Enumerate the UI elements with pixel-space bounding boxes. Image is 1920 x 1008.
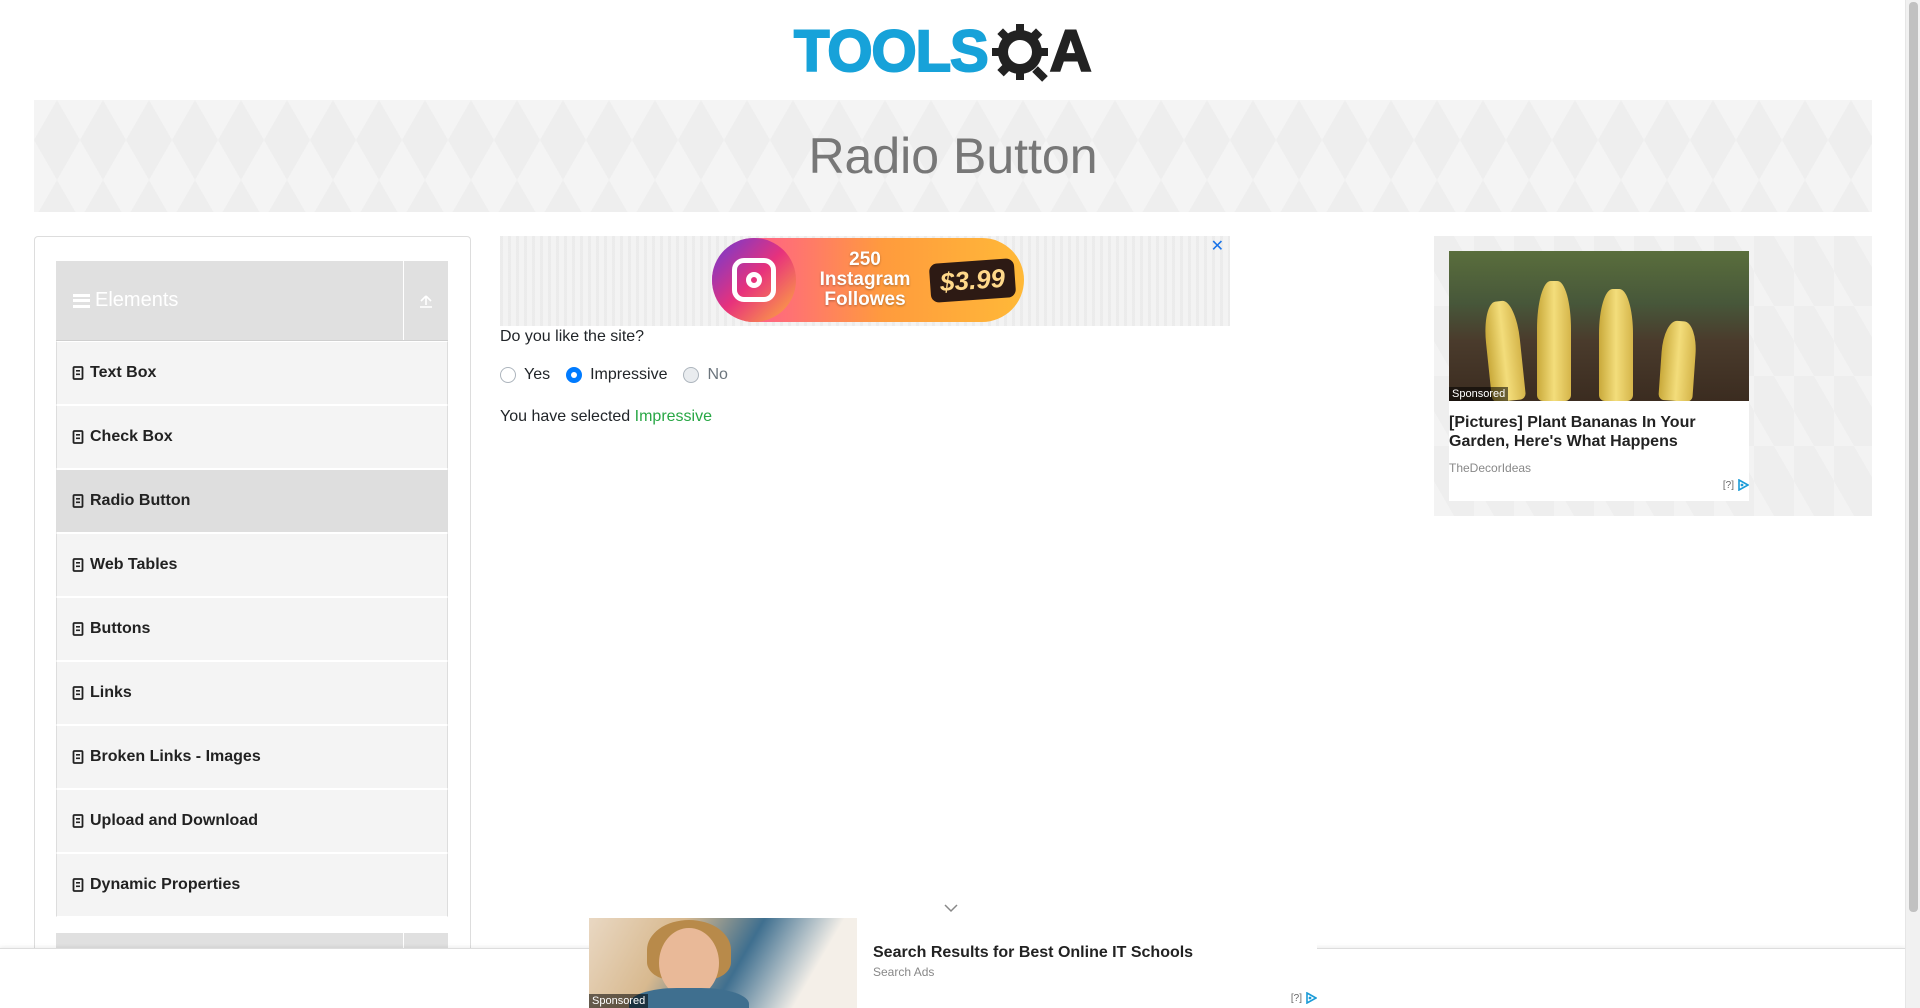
ad-image[interactable]: Sponsored	[1449, 251, 1749, 401]
adchoices-icon[interactable]	[1737, 479, 1749, 491]
page-banner: Radio Button	[34, 100, 1872, 212]
sidebar-item-label: Upload and Download	[90, 812, 258, 829]
radio-input-no[interactable]	[683, 367, 700, 383]
sidebar-item-check-box[interactable]: Check Box	[56, 405, 448, 469]
sidebar-item-upload-download[interactable]: Upload and Download	[56, 789, 448, 853]
document-icon	[72, 814, 84, 828]
document-icon	[72, 430, 84, 444]
document-icon	[72, 686, 84, 700]
banana-shape	[1481, 299, 1527, 401]
adchoices-label[interactable]: [?]	[1723, 480, 1734, 491]
gear-magnifier-icon	[990, 20, 1054, 84]
ad-card[interactable]: Sponsored [Pictures] Plant Bananas In Yo…	[1449, 251, 1749, 501]
ad-source: Search Ads	[873, 965, 935, 979]
result-value: Impressive	[634, 408, 712, 425]
group-header-elements[interactable]: Elements	[56, 261, 448, 341]
sidebar-item-label: Links	[90, 684, 132, 701]
document-icon	[72, 558, 84, 572]
sidebar-item-buttons[interactable]: Buttons	[56, 597, 448, 661]
top-ad-banner[interactable]: ✕ 250 Instagram Followes $3.99	[500, 236, 1230, 326]
adchoices[interactable]: [?]	[1291, 992, 1317, 1004]
sidebar-item-label: Radio Button	[90, 492, 191, 509]
group-title[interactable]: Elements	[56, 261, 404, 340]
banana-shape	[1599, 289, 1633, 401]
right-ad[interactable]: Sponsored [Pictures] Plant Bananas In Yo…	[1434, 236, 1872, 516]
radio-label-yes[interactable]: Yes	[524, 366, 550, 384]
document-icon	[72, 750, 84, 764]
sidebar-item-dynamic-properties[interactable]: Dynamic Properties	[56, 853, 448, 917]
document-icon	[72, 622, 84, 636]
ad-source: TheDecorIdeas	[1449, 461, 1532, 475]
sidebar-item-links[interactable]: Links	[56, 661, 448, 725]
instagram-icon	[712, 238, 796, 322]
sidebar-item-label: Broken Links - Images	[90, 748, 261, 765]
toolsqa-logo[interactable]: TOOLS A	[793, 14, 1114, 90]
sidebar-item-label: Check Box	[90, 428, 173, 445]
result-prefix: You have selected	[500, 408, 631, 425]
ad-text: 250 Instagram Followes	[819, 249, 911, 310]
sponsored-label: Sponsored	[589, 994, 649, 1008]
sidebar-item-broken-links[interactable]: Broken Links - Images	[56, 725, 448, 789]
adchoices-label[interactable]: [?]	[1291, 993, 1302, 1004]
logo-text-tools: TOOLS	[793, 19, 990, 84]
banana-shape	[1658, 319, 1698, 401]
adchoices-icon[interactable]	[1305, 992, 1317, 1004]
close-icon[interactable]: ✕	[1211, 236, 1224, 256]
sponsored-label: Sponsored	[1449, 387, 1509, 401]
vertical-scrollbar[interactable]	[1905, 0, 1920, 1008]
question-text: Do you like the site?	[500, 328, 645, 345]
sidebar-item-label: Dynamic Properties	[90, 876, 241, 893]
sidebar-item-label: Web Tables	[90, 556, 178, 573]
ad-headline[interactable]: Search Results for Best Online IT School…	[873, 944, 1193, 962]
bottom-ad[interactable]: Sponsored Search Results for Best Online…	[589, 904, 1317, 1008]
chevron-down-icon[interactable]	[943, 900, 959, 916]
collapse-up-icon[interactable]	[404, 261, 448, 340]
ad-price: $3.99	[928, 257, 1017, 303]
document-icon	[72, 366, 84, 380]
page: TOOLS A Radio Button Elements Text Box C…	[0, 0, 1920, 1008]
selection-result: You have selected Impressive	[500, 408, 712, 426]
ad-photo[interactable]: Sponsored	[589, 918, 857, 1008]
sidebar-item-label: Text Box	[90, 364, 157, 381]
radio-yes[interactable]: Yes	[500, 366, 550, 384]
logo-text-a: A	[1049, 19, 1093, 84]
ad-headline[interactable]: [Pictures] Plant Bananas In Your Garden,…	[1449, 413, 1739, 451]
group-title-label: Elements	[95, 289, 179, 311]
adchoices[interactable]: [?]	[1723, 479, 1749, 491]
sidebar-item-label: Buttons	[90, 620, 151, 637]
page-title: Radio Button	[808, 128, 1098, 184]
sidebar-item-text-box[interactable]: Text Box	[56, 341, 448, 405]
radio-impressive[interactable]: Impressive	[566, 366, 667, 384]
document-icon	[72, 878, 84, 892]
document-icon	[72, 494, 84, 508]
radio-input-impressive[interactable]	[566, 367, 583, 383]
radio-input-yes[interactable]	[500, 367, 516, 383]
radio-group: Yes Impressive No	[500, 366, 744, 384]
radio-label-impressive[interactable]: Impressive	[590, 366, 667, 384]
elements-menu: Text Box Check Box Radio Button Web Tabl…	[56, 341, 448, 917]
sidebar: Elements Text Box Check Box Radio Button…	[34, 236, 471, 1008]
banana-shape	[1537, 281, 1571, 401]
menu-icon	[73, 293, 90, 308]
scrollbar-thumb[interactable]	[1909, 2, 1918, 912]
radio-no[interactable]: No	[683, 366, 728, 384]
sidebar-item-radio-button[interactable]: Radio Button	[56, 469, 448, 533]
sidebar-item-web-tables[interactable]: Web Tables	[56, 533, 448, 597]
instagram-ad[interactable]: 250 Instagram Followes $3.99	[712, 238, 1024, 322]
radio-label-no[interactable]: No	[707, 366, 727, 384]
